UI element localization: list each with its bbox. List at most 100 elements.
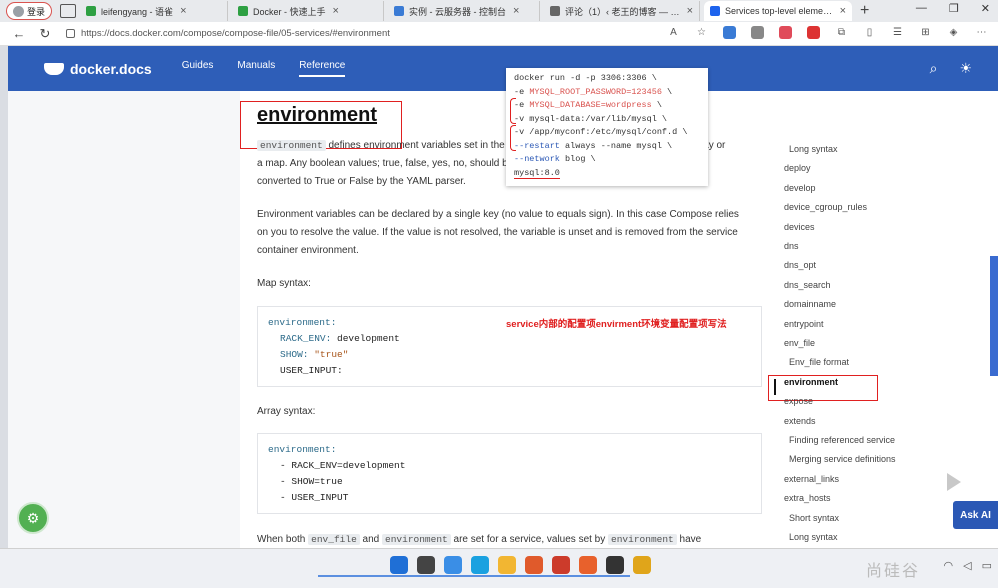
browser-tab[interactable]: Docker - 快速上手 ×	[232, 1, 385, 21]
code-text: \	[661, 86, 673, 97]
sidebar-item[interactable]: Long syntax	[789, 144, 838, 154]
sidebar-item[interactable]: Short syntax	[789, 513, 839, 523]
volume-icon[interactable]: ◁	[963, 559, 971, 572]
sidebar-item[interactable]: device_cgroup_rules	[784, 202, 867, 212]
browser-tab[interactable]: 实例 - 云服务器 - 控制台 ×	[388, 1, 541, 21]
nav-link-reference[interactable]: Reference	[299, 60, 346, 77]
minimize-button[interactable]: —	[916, 2, 927, 15]
sidebar-item[interactable]: environment	[784, 377, 838, 387]
code-line: - SHOW=true	[280, 476, 343, 487]
refresh-icon[interactable]: ↻	[38, 26, 52, 42]
taskbar-app-icon[interactable]	[552, 556, 570, 574]
url-text: https://docs.docker.com/compose/compose-…	[81, 28, 390, 39]
extensions-puzzle-icon[interactable]: ⧉	[835, 26, 848, 39]
extension-icon[interactable]	[807, 26, 820, 39]
docker-run-snippet-overlay: docker run -d -p 3306:3306 \ -e MYSQL_RO…	[506, 68, 708, 186]
sidebar-item[interactable]: Merging service definitions	[789, 454, 896, 464]
code-flag: -e	[514, 100, 530, 110]
taskbar-app-icon[interactable]	[633, 556, 651, 574]
sidebar-item[interactable]: Long syntax	[789, 532, 838, 542]
back-arrow-icon[interactable]: ←	[12, 26, 26, 41]
nav-link-guides[interactable]: Guides	[182, 60, 214, 77]
nav-link-manuals[interactable]: Manuals	[237, 60, 275, 77]
sidebar-item[interactable]: dns_opt	[784, 260, 816, 270]
taskbar-app-icon[interactable]	[579, 556, 597, 574]
code-key: RACK_ENV:	[280, 333, 332, 344]
code-line: - USER_INPUT	[280, 492, 349, 503]
profile-button[interactable]: 登录	[6, 2, 53, 20]
new-tab-button[interactable]: +	[860, 2, 869, 20]
sidebar-item[interactable]: extends	[784, 416, 816, 426]
browser-tab[interactable]: Services top-level elements | Do ×	[704, 1, 853, 21]
sidebar-item[interactable]: deploy	[784, 163, 811, 173]
search-icon[interactable]: ⌕	[930, 60, 938, 77]
sidebar-item[interactable]: dns_search	[784, 280, 831, 290]
ask-ai-button[interactable]: Ask AI	[953, 501, 998, 529]
extension-icon[interactable]	[723, 26, 736, 39]
taskbar-app-icon[interactable]	[390, 556, 408, 574]
collections-icon[interactable]: ⊞	[919, 26, 932, 39]
watermark: 尚硅谷	[866, 563, 921, 580]
sidebar-item[interactable]: extra_hosts	[784, 493, 831, 503]
profile-label: 登录	[27, 6, 46, 17]
taskbar-app-icon[interactable]	[525, 556, 543, 574]
extension-icon[interactable]	[779, 26, 792, 39]
sidebar-item[interactable]: entrypoint	[784, 319, 824, 329]
sidebar-item[interactable]: domainname	[784, 299, 836, 309]
url-field[interactable]: https://docs.docker.com/compose/compose-…	[66, 25, 626, 43]
favorite-star-icon[interactable]: ☆	[695, 26, 708, 39]
settings-gear-icon[interactable]: ⚙	[17, 502, 49, 534]
scrollbar-thumb[interactable]	[990, 256, 998, 376]
close-tab-icon[interactable]: ×	[333, 5, 339, 17]
battery-icon[interactable]: ▭	[982, 559, 992, 572]
close-window-button[interactable]: ✕	[981, 2, 990, 15]
tab-actions-icon[interactable]	[60, 4, 77, 18]
sidebar-item[interactable]: external_links	[784, 474, 839, 484]
sidebar-item[interactable]: Env_file format	[789, 357, 849, 367]
paragraph-text: are set for a service, values set by	[450, 534, 609, 545]
browser-tab[interactable]: leifengyang - 语雀 ×	[80, 1, 229, 21]
taskbar-app-icon[interactable]	[471, 556, 489, 574]
close-tab-icon[interactable]: ×	[180, 5, 186, 17]
taskbar-apps	[390, 556, 651, 574]
read-aloud-icon[interactable]: A	[667, 26, 680, 39]
sidebar-item[interactable]: dns	[784, 241, 799, 251]
logo-text: docker.docs	[70, 60, 152, 77]
close-tab-icon[interactable]: ×	[687, 5, 693, 17]
array-syntax-code-block[interactable]: environment: - RACK_ENV=development - SH…	[257, 433, 762, 514]
wifi-icon[interactable]: ◠	[944, 559, 954, 572]
taskbar-app-icon[interactable]	[417, 556, 435, 574]
close-tab-icon[interactable]: ×	[513, 5, 519, 17]
code-value: "true"	[308, 349, 349, 360]
browser-tab-strip: 登录 leifengyang - 语雀 × Docker - 快速上手 × 实例 - 云…	[0, 0, 998, 22]
split-screen-icon[interactable]: ▯	[863, 26, 876, 39]
taskbar-app-icon[interactable]	[606, 556, 624, 574]
more-menu-icon[interactable]: ⋯	[975, 26, 988, 39]
theme-toggle-sun-icon[interactable]: ☀	[959, 60, 972, 77]
code-line: -v /app/myconf:/etc/mysql/conf.d \	[514, 127, 688, 137]
code-flag: -e	[514, 86, 530, 97]
sidebar-item[interactable]: env_file	[784, 338, 815, 348]
code-line: USER_INPUT:	[280, 365, 343, 376]
close-tab-icon[interactable]: ×	[840, 5, 846, 17]
sidebar-item[interactable]: devices	[784, 222, 815, 232]
taskbar-app-icon[interactable]	[498, 556, 516, 574]
code-key: SHOW:	[280, 349, 309, 360]
copilot-icon[interactable]: ◈	[947, 26, 960, 39]
docker-docs-logo[interactable]: docker.docs	[44, 61, 152, 77]
extension-icon[interactable]	[751, 26, 764, 39]
taskbar-app-icon[interactable]	[444, 556, 462, 574]
sidebar-item[interactable]: expose	[784, 396, 813, 406]
maximize-button[interactable]: ❐	[949, 2, 959, 15]
code-flag: --restart	[514, 140, 560, 151]
favorites-icon[interactable]: ☰	[891, 26, 904, 39]
toolbar-icons: A ☆ ⧉ ▯ ☰ ⊞ ◈ ⋯	[667, 26, 988, 39]
sidebar-item[interactable]: Finding referenced service	[789, 435, 895, 445]
docker-whale-icon	[44, 62, 64, 75]
code-value: MYSQL_ROOT_PASSWORD=123456	[529, 86, 662, 97]
video-player-icon[interactable]	[922, 458, 986, 506]
sidebar-item[interactable]: develop	[784, 183, 816, 193]
browser-tab[interactable]: 评论（1）‹ 老王的博客 — Word ×	[544, 1, 701, 21]
env-description-paragraph: Environment variables can be declared by…	[257, 206, 767, 260]
code-value: development	[331, 333, 400, 344]
